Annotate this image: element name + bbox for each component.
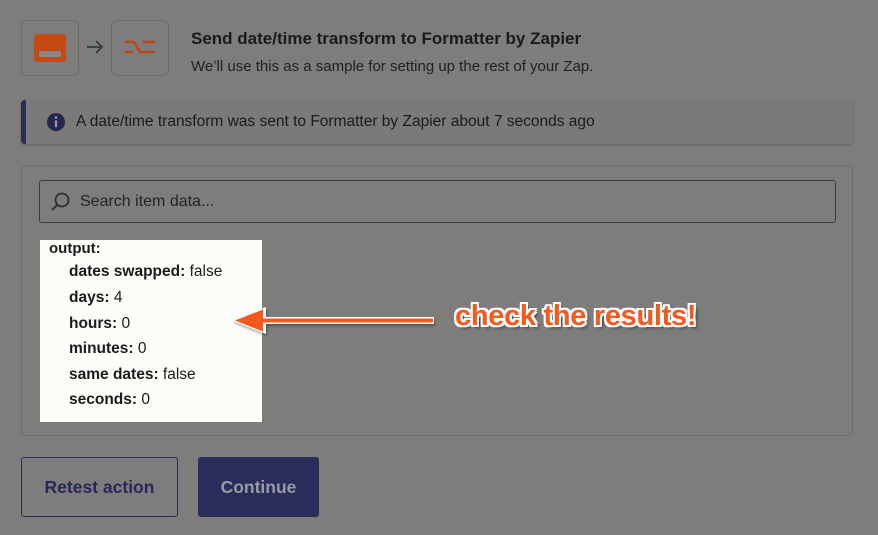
search-field[interactable] bbox=[39, 180, 836, 223]
step-header: Send date/time transform to Formatter by… bbox=[21, 20, 861, 80]
output-value: false bbox=[162, 366, 196, 383]
output-key: seconds: bbox=[69, 391, 138, 408]
output-row-seconds: seconds: 0 bbox=[69, 391, 150, 409]
output-row-dates-swapped: dates swapped: false bbox=[69, 263, 222, 281]
output-key: same dates: bbox=[69, 366, 159, 383]
output-value: 0 bbox=[141, 391, 150, 408]
test-result-card: output: dates swapped: false days: 4 hou… bbox=[21, 165, 853, 436]
output-value: 0 bbox=[121, 315, 131, 332]
formatter-app-icon bbox=[34, 34, 66, 62]
annotation-arrow-icon bbox=[232, 307, 434, 334]
info-icon bbox=[47, 113, 65, 131]
output-data-panel: output: dates swapped: false days: 4 hou… bbox=[40, 240, 262, 422]
arrow-right-icon bbox=[87, 40, 104, 54]
action-app-tile bbox=[111, 20, 169, 76]
trigger-app-tile bbox=[21, 20, 79, 76]
output-key: days: bbox=[69, 289, 110, 306]
test-sent-banner: A date/time transform was sent to Format… bbox=[21, 100, 853, 144]
output-row-minutes: minutes: 0 bbox=[69, 340, 147, 358]
output-value: false bbox=[189, 263, 223, 280]
retest-action-button[interactable]: Retest action bbox=[21, 457, 178, 517]
continue-button[interactable]: Continue bbox=[198, 457, 319, 517]
output-key: minutes: bbox=[69, 340, 134, 357]
output-row-days: days: 4 bbox=[69, 289, 122, 307]
step-subtitle: We’ll use this as a sample for setting u… bbox=[191, 58, 594, 75]
banner-message: A date/time transform was sent to Format… bbox=[76, 113, 595, 130]
output-key: dates swapped: bbox=[69, 263, 186, 280]
search-input[interactable] bbox=[80, 181, 820, 222]
output-value: 0 bbox=[137, 340, 147, 357]
output-row-hours: hours: 0 bbox=[69, 315, 130, 333]
formatter-transform-icon bbox=[125, 40, 155, 54]
output-row-same-dates: same dates: false bbox=[69, 366, 196, 384]
search-icon bbox=[51, 192, 70, 211]
output-key: hours: bbox=[69, 315, 118, 332]
step-title: Send date/time transform to Formatter by… bbox=[191, 29, 582, 48]
output-heading: output: bbox=[49, 240, 101, 257]
annotation-callout: check the results! bbox=[455, 300, 697, 332]
output-value: 4 bbox=[113, 289, 123, 306]
